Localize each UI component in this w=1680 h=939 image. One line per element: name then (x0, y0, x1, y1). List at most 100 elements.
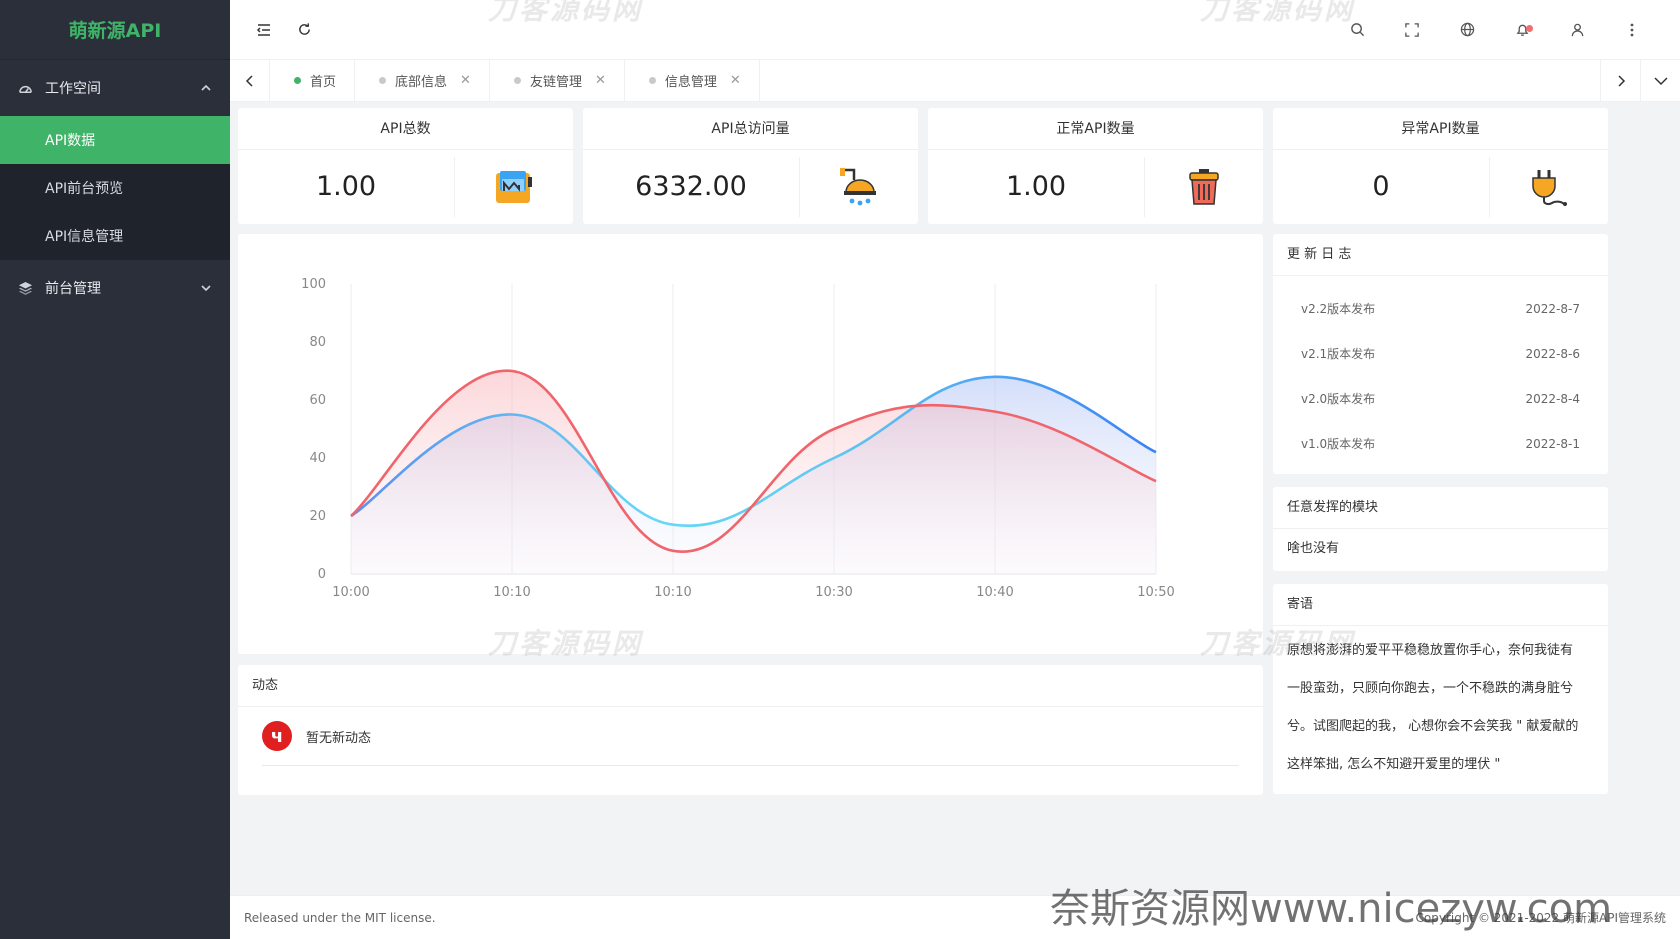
changelog-label: v2.2版本发布 (1301, 302, 1376, 316)
stat-title: 正常API数量 (928, 108, 1263, 150)
changelog-card: 更 新 日 志 v2.2版本发布 2022-8-7 v2.1版本发布 2022-8-… (1273, 234, 1608, 474)
list-item[interactable]: v2.2版本发布 2022-8-7 (1273, 286, 1608, 331)
tab-status-dot (648, 77, 656, 84)
series-red-point[interactable] (1153, 478, 1159, 484)
line-chart-card: 0 20 40 60 80 100 10:00 10:10 10:10 10:30 10:40 10:… (238, 234, 1263, 654)
close-icon[interactable]: ✕ (730, 73, 741, 88)
workspace-submenu: API数据 API前台预览 API信息管理 (0, 116, 230, 260)
changelog-title: 更 新 日 志 (1273, 234, 1608, 276)
stat-title: API总访问量 (583, 108, 918, 150)
dashboard-icon (18, 81, 36, 96)
tabs-scroll-right-icon[interactable] (1600, 60, 1640, 101)
tabs-bar: 首页 底部信息 ✕ 友链管理 ✕ 信息管理 ✕ (230, 60, 1680, 102)
menu-group-frontend[interactable]: 前台管理 (0, 260, 230, 316)
menu-group-workspace[interactable]: 工作空间 (0, 60, 230, 116)
list-item[interactable]: v2.0版本发布 2022-8-4 (1273, 376, 1608, 421)
stat-value: 1.00 (238, 157, 455, 217)
x-tick-label: 10:50 (1137, 585, 1174, 600)
stat-card-api-visits: API总访问量 6332.00 (583, 108, 918, 224)
activity-empty-row: ч 暂无新动态 (262, 721, 1239, 766)
series-red-point[interactable] (348, 513, 354, 519)
tab-info[interactable]: 信息管理 ✕ (625, 60, 760, 101)
changelog-date: 2022-8-1 (1525, 436, 1580, 451)
more-vertical-icon[interactable] (1612, 10, 1652, 50)
user-icon[interactable] (1557, 10, 1597, 50)
tab-label: 首页 (310, 75, 337, 90)
x-tick-label: 10:30 (815, 585, 852, 600)
sidebar-item-api-preview[interactable]: API前台预览 (0, 164, 230, 212)
message-text: 原想将澎湃的爱平平稳稳放置你手心，奈何我徒有 一股蛮劲，只顾向你跑去，一个不稳跌… (1273, 626, 1608, 790)
list-item[interactable]: v2.1版本发布 2022-8-6 (1273, 331, 1608, 376)
stat-card-api-normal: 正常API数量 1.00 (928, 108, 1263, 224)
message-card: 寄语 原想将澎湃的爱平平稳稳放置你手心，奈何我徒有 一股蛮劲，只顾向你跑去，一个… (1273, 584, 1608, 794)
notification-badge (1526, 24, 1533, 32)
module-card: 任意发挥的模块 啥也没有 (1273, 487, 1608, 571)
stat-title: 异常API数量 (1273, 108, 1608, 150)
y-tick-label: 0 (318, 567, 326, 582)
tabs-scroll-left-icon[interactable] (230, 60, 270, 101)
chevron-up-icon (200, 82, 212, 94)
paint-bucket-icon (455, 169, 573, 205)
series-blue-point[interactable] (1153, 449, 1159, 455)
trash-can-icon (1145, 168, 1263, 206)
footer: Released under the MIT license. Copyrigh… (230, 895, 1680, 939)
series-blue-point[interactable] (992, 374, 998, 380)
globe-icon[interactable] (1447, 10, 1487, 50)
list-item[interactable]: v1.0版本发布 2022-8-1 (1273, 421, 1608, 466)
series-red-point[interactable] (509, 368, 515, 374)
menu-fold-icon[interactable] (244, 10, 284, 50)
tabs: 首页 底部信息 ✕ 友链管理 ✕ 信息管理 ✕ (270, 60, 1600, 101)
message-line: 原想将澎湃的爱平平稳稳放置你手心，奈何我徒有 (1287, 643, 1574, 658)
tab-home[interactable]: 首页 (270, 60, 356, 101)
tab-links[interactable]: 友链管理 ✕ (490, 60, 625, 101)
tab-label: 底部信息 (395, 75, 448, 90)
activity-empty-text: 暂无新动态 (306, 730, 372, 746)
activity-card: 动态 ч 暂无新动态 (238, 665, 1263, 795)
module-content: 啥也没有 (1287, 541, 1340, 556)
series-blue-point[interactable] (509, 412, 515, 418)
series-blue-point[interactable] (670, 522, 676, 528)
sidebar-item-api-info[interactable]: API信息管理 (0, 212, 230, 260)
stat-value: 6332.00 (583, 157, 800, 217)
module-title: 任意发挥的模块 (1273, 487, 1608, 529)
series-red-point[interactable] (992, 409, 998, 415)
changelog-date: 2022-8-4 (1525, 391, 1580, 406)
refresh-icon[interactable] (284, 10, 324, 50)
series-blue-point[interactable] (831, 455, 837, 461)
stat-value: 1.00 (928, 157, 1145, 217)
layers-icon (18, 281, 36, 296)
search-icon[interactable] (1337, 10, 1377, 50)
changelog-label: v2.0版本发布 (1301, 392, 1376, 406)
bell-icon[interactable] (1502, 10, 1542, 50)
chevron-down-icon (200, 282, 212, 294)
area-chart: 0 20 40 60 80 100 10:00 10:10 10:10 10:30 10:40 10:… (301, 277, 1175, 600)
y-tick-label: 60 (309, 393, 326, 408)
tab-status-dot (513, 77, 521, 84)
changelog-label: v2.1版本发布 (1301, 347, 1376, 361)
message-title: 寄语 (1273, 584, 1608, 626)
series-red-point[interactable] (670, 548, 676, 554)
footer-license: Released under the MIT license. (244, 910, 436, 925)
fullscreen-icon[interactable] (1392, 10, 1432, 50)
message-line: 一股蛮劲，只顾向你跑去，一个不稳跌的满身脏兮 (1287, 681, 1574, 696)
stat-card-api-total: API总数 1.00 (238, 108, 573, 224)
avatar: ч (262, 721, 292, 751)
y-tick-label: 100 (301, 277, 326, 292)
footer-copyright: Copyright © 2021-2022 萌新源API管理系统 (1415, 911, 1666, 925)
tab-footer-info[interactable]: 底部信息 ✕ (355, 60, 490, 101)
tabs-dropdown-icon[interactable] (1640, 60, 1680, 101)
top-header (230, 0, 1680, 60)
main-area: 首页 底部信息 ✕ 友链管理 ✕ 信息管理 ✕ API总数 1.00 API总访… (230, 0, 1680, 939)
shower-icon (800, 168, 918, 206)
menu-group-label: 工作空间 (45, 81, 101, 97)
series-red-point[interactable] (831, 426, 837, 432)
close-icon[interactable]: ✕ (595, 73, 606, 88)
app-logo[interactable]: 萌新源API (0, 0, 230, 60)
tab-status-dot (294, 77, 301, 84)
changelog-label: v1.0版本发布 (1301, 437, 1376, 451)
stat-card-api-abnormal: 异常API数量 0 (1273, 108, 1608, 224)
changelog-date: 2022-8-7 (1525, 301, 1580, 316)
close-icon[interactable]: ✕ (460, 73, 471, 88)
tab-label: 信息管理 (664, 75, 717, 90)
sidebar-item-api-data[interactable]: API数据 (0, 116, 230, 164)
